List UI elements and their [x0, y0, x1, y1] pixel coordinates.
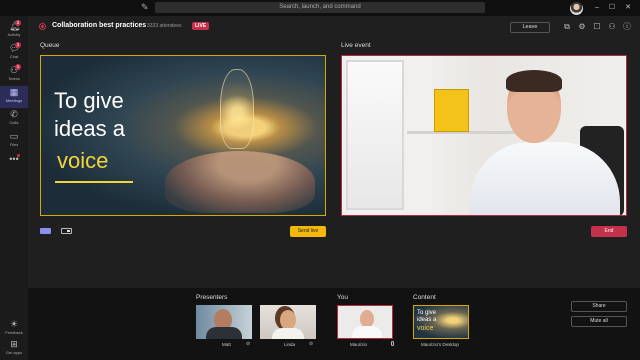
leave-button[interactable]: Leave: [510, 22, 550, 33]
live-badge: LIVE: [192, 22, 210, 30]
content-name: Maurizio's Desktop: [421, 342, 459, 347]
thumb-text-highlight: voice: [417, 325, 434, 332]
window-image: [346, 60, 404, 210]
participant-strip: Presenters Matt ⊘ Linda ⊘ You Maurizio C…: [28, 288, 640, 360]
presenter-tile-matt[interactable]: [196, 305, 252, 339]
presenter-face-image: [280, 310, 296, 330]
you-tile[interactable]: [337, 305, 393, 339]
book-image: [434, 89, 469, 132]
live-event-video[interactable]: [341, 55, 627, 216]
chat-icon[interactable]: ☐: [592, 22, 602, 32]
mic-off-icon[interactable]: ⊘: [309, 341, 313, 347]
close-icon[interactable]: ✕: [622, 2, 634, 14]
info-icon[interactable]: ⓘ: [622, 22, 632, 32]
layout-icon[interactable]: ⧉: [562, 22, 572, 32]
presenter-body-image: [206, 327, 242, 339]
queue-preview[interactable]: To give ideas a voice: [40, 55, 326, 216]
feedback-icon: ☀: [9, 319, 19, 329]
presenter-hair-image: [506, 70, 562, 92]
live-event-label: Live event: [341, 42, 371, 49]
you-name: Maurizio: [350, 342, 368, 347]
minimize-icon[interactable]: –: [591, 2, 603, 14]
title-bar: ✎ Search, launch, and command – ☐ ✕: [0, 0, 640, 16]
presenter-body-image: [352, 326, 382, 338]
presenter-name: Linda: [284, 342, 296, 347]
rail-item-calls[interactable]: ✆ Calls: [0, 108, 28, 130]
compose-icon[interactable]: ✎: [141, 3, 150, 12]
notification-dot: [17, 154, 20, 157]
presenters-label: Presenters: [196, 294, 228, 301]
search-input[interactable]: Search, launch, and command: [155, 2, 485, 13]
mute-all-button[interactable]: Mute all: [571, 316, 627, 327]
maximize-icon[interactable]: ☐: [606, 2, 618, 14]
presenter-body-image: [272, 328, 304, 339]
apps-icon: ⊞: [10, 339, 18, 349]
share-button[interactable]: Share: [571, 301, 627, 312]
layout-split-toggle[interactable]: [61, 228, 72, 234]
rail-item-files[interactable]: ▭ Files: [0, 130, 28, 152]
device-settings-icon[interactable]: ⚙: [577, 22, 587, 32]
mic-off-icon[interactable]: ⊘: [246, 341, 250, 347]
rail-item-activity[interactable]: 🔔︎ Activity 2: [0, 20, 28, 42]
rail-item-more[interactable]: •••: [0, 153, 28, 175]
profile-avatar[interactable]: [570, 2, 583, 15]
recording-icon: [39, 23, 46, 30]
notification-badge: 2: [15, 20, 21, 26]
slide-underline: [55, 181, 133, 183]
hands-image: [165, 151, 315, 213]
attendee-count: 3333 attendees: [147, 23, 182, 29]
presenter-name: Matt: [222, 342, 231, 347]
rail-item-feedback[interactable]: ☀ Feedback: [0, 318, 28, 340]
you-label: You: [337, 294, 348, 301]
rail-item-meetings[interactable]: ▦ Meetings: [0, 86, 28, 108]
notification-badge: 1: [15, 42, 21, 48]
participants-icon[interactable]: ⚇: [607, 22, 617, 32]
mic-icon[interactable]: [391, 341, 394, 346]
app-rail: 🔔︎ Activity 2 💬︎ Chat 1 ⚇ Teams 1 ▦ Meet…: [0, 16, 28, 360]
presenter-tile-linda[interactable]: [260, 305, 316, 339]
lightbulb-image: [220, 69, 254, 149]
event-header: Collaboration best practices 3333 attend…: [28, 16, 640, 38]
slide-text-line: ideas a: [54, 116, 125, 141]
send-live-button[interactable]: Send live: [290, 226, 326, 237]
layout-single-toggle[interactable]: [40, 228, 51, 234]
calendar-icon: ▦: [9, 87, 19, 97]
queue-label: Queue: [40, 42, 60, 49]
rail-item-get-apps[interactable]: ⊞ Get apps: [0, 338, 28, 360]
slide-text-highlight: voice: [57, 148, 109, 173]
end-button[interactable]: End: [591, 226, 627, 237]
event-title: Collaboration best practices: [52, 22, 147, 29]
thumb-text-line: To give: [417, 310, 437, 316]
thumb-text-line: ideas a: [417, 317, 437, 323]
phone-icon: ✆: [10, 109, 18, 119]
rail-item-chat[interactable]: 💬︎ Chat 1: [0, 42, 28, 64]
rail-item-teams[interactable]: ⚇ Teams 1: [0, 64, 28, 86]
file-icon: ▭: [9, 131, 19, 141]
content-label: Content: [413, 294, 436, 301]
content-tile[interactable]: To give ideas a voice: [413, 305, 469, 339]
notification-badge: 1: [15, 64, 21, 70]
slide-text-line: To give: [54, 88, 124, 113]
